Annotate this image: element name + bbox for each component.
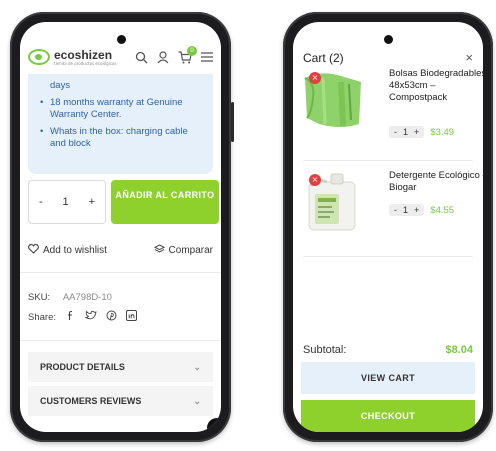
logo-tagline: tienda de productos ecológicos: [54, 60, 117, 66]
subtotal-amount: $8.04: [445, 344, 473, 356]
info-bullet-box-contents: Whats in the box: charging cable and blo…: [40, 126, 203, 150]
user-icon[interactable]: [157, 50, 169, 64]
info-days-text: days: [50, 80, 71, 91]
add-to-cart-button[interactable]: AÑADIR AL CARRITO: [111, 180, 219, 224]
info-bullet-warranty: 18 months warranty at Genuine Warranty C…: [40, 97, 203, 121]
remove-item-icon[interactable]: ×: [309, 174, 321, 186]
cart-item: × Detergente Ecológico – Biogar - 1 + $4…: [301, 170, 483, 250]
accordion-title: CUSTOMERS REVIEWS: [40, 396, 142, 406]
product-info-box: days 18 months warranty at Genuine Warra…: [28, 74, 213, 174]
add-to-wishlist-link[interactable]: Add to wishlist: [28, 244, 107, 257]
quantity-increase-button[interactable]: +: [414, 127, 419, 137]
sku-value: AA798D-10: [62, 292, 112, 303]
divider: [303, 256, 473, 257]
accordion-product-details[interactable]: PRODUCT DETAILS ⌄: [28, 352, 213, 382]
quantity-stepper: - 1 +: [389, 126, 425, 138]
twitter-icon[interactable]: [84, 310, 97, 324]
cart-header: Cart (2) ×: [303, 50, 473, 65]
quantity-value[interactable]: 1: [403, 127, 408, 137]
cart-count-badge: 0: [187, 45, 197, 56]
quantity-decrease-button[interactable]: -: [39, 196, 43, 208]
quantity-stepper: - 1 +: [389, 204, 425, 216]
phone-frame-right: Cart (2) × × Bolsas Biodegradables 48x53…: [283, 12, 493, 442]
phone-frame-left: ecoshizen tienda de productos ecológicos…: [10, 12, 234, 442]
cart-icon[interactable]: 0: [178, 45, 197, 64]
cart-title: Cart (2): [303, 50, 344, 65]
front-camera: [116, 35, 126, 44]
compare-link[interactable]: Comparar: [153, 244, 213, 257]
quantity-value[interactable]: 1: [63, 196, 69, 208]
quantity-stepper: - 1 +: [28, 180, 106, 224]
subtotal-row: Subtotal: $8.04: [303, 344, 473, 356]
close-icon[interactable]: ×: [465, 50, 473, 65]
search-icon[interactable]: [135, 51, 148, 64]
site-header: ecoshizen tienda de productos ecológicos…: [20, 40, 221, 74]
cart-item-quantity: - 1 + $3.49: [389, 126, 454, 138]
volume-button: [231, 102, 234, 142]
divider: [20, 272, 221, 273]
facebook-icon[interactable]: [65, 310, 76, 324]
product-page-screen: ecoshizen tienda de productos ecológicos…: [20, 22, 221, 432]
menu-icon[interactable]: [201, 52, 213, 62]
add-to-wishlist-label: Add to wishlist: [43, 245, 107, 256]
divider: [20, 340, 221, 341]
pinterest-icon[interactable]: [106, 310, 117, 324]
quantity-decrease-button[interactable]: -: [394, 205, 397, 215]
cart-item-price: $4.55: [430, 204, 455, 216]
divider: [303, 160, 473, 161]
cart-drawer-screen: Cart (2) × × Bolsas Biodegradables 48x53…: [293, 22, 483, 432]
logo-name: ecoshizen: [54, 47, 113, 62]
heart-icon: [28, 244, 39, 257]
quantity-increase-button[interactable]: +: [414, 205, 419, 215]
share-label: Share:: [28, 311, 56, 323]
subtotal-label: Subtotal:: [303, 344, 347, 356]
linkedin-icon[interactable]: [126, 310, 137, 324]
cart-item-price: $3.49: [430, 126, 455, 138]
chevron-down-icon: ⌄: [193, 361, 201, 372]
quantity-value[interactable]: 1: [403, 205, 408, 215]
accordion-title: PRODUCT DETAILS: [40, 362, 125, 372]
logo-mark-icon: [28, 49, 50, 65]
quantity-increase-button[interactable]: +: [89, 196, 95, 208]
front-camera: [384, 35, 393, 44]
scroll-to-top-button[interactable]: ↑: [207, 418, 221, 432]
cart-item-name[interactable]: Detergente Ecológico – Biogar: [389, 170, 483, 194]
wishlist-compare-row: Add to wishlist Comparar: [28, 244, 213, 257]
quantity-decrease-button[interactable]: -: [394, 127, 397, 137]
accordion-customers-reviews[interactable]: CUSTOMERS REVIEWS ⌄: [28, 386, 213, 416]
share-row: Share:: [28, 310, 137, 324]
cart-item-name[interactable]: Bolsas Biodegradables 48x53cm – Compostp…: [389, 68, 483, 104]
compare-label: Comparar: [168, 245, 213, 256]
chevron-down-icon: ⌄: [193, 395, 201, 406]
cart-item: × Bolsas Biodegradables 48x53cm – Compos…: [301, 68, 483, 154]
sku-label: SKU:: [28, 292, 51, 303]
remove-item-icon[interactable]: ×: [309, 72, 321, 84]
sku-row: SKU: AA798D-10: [28, 292, 112, 303]
cart-item-quantity: - 1 + $4.55: [389, 204, 454, 216]
layers-icon: [153, 244, 165, 257]
checkout-button[interactable]: CHECKOUT: [301, 400, 475, 432]
view-cart-button[interactable]: VIEW CART: [301, 362, 475, 394]
site-logo[interactable]: ecoshizen tienda de productos ecológicos: [28, 49, 116, 66]
